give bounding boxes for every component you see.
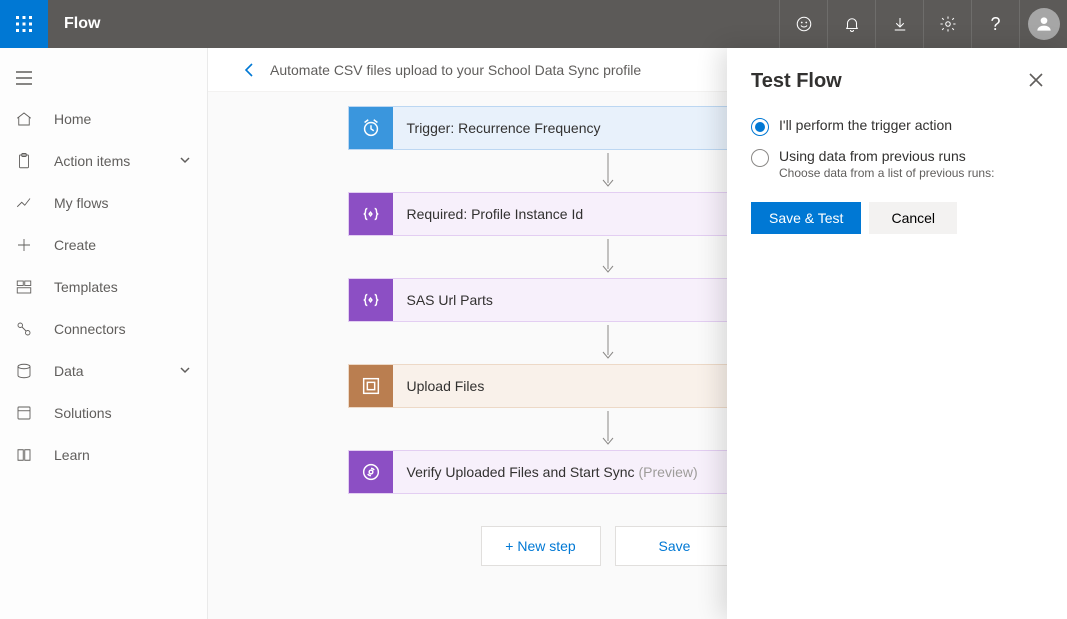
code-icon: [349, 279, 393, 321]
nav-my-flows[interactable]: My flows: [0, 182, 207, 224]
close-icon: [1029, 73, 1043, 87]
clipboard-icon: [14, 151, 34, 171]
radio-subtext: Choose data from a list of previous runs…: [779, 166, 994, 180]
nav-label: Learn: [54, 447, 90, 463]
nav-home[interactable]: Home: [0, 98, 207, 140]
nav-templates[interactable]: Templates: [0, 266, 207, 308]
step-label: Trigger: Recurrence Frequency: [407, 120, 601, 136]
preview-tag: (Preview): [639, 464, 698, 480]
chevron-down-icon: [179, 363, 191, 379]
canvas-actions: + New step Save: [481, 526, 735, 566]
code-icon: [349, 193, 393, 235]
nav-label: Action items: [54, 153, 130, 169]
radio-label: I'll perform the trigger action: [779, 117, 952, 133]
step-label: SAS Url Parts: [407, 292, 493, 308]
step-label: Upload Files: [407, 378, 485, 394]
new-step-label: + New step: [505, 538, 575, 554]
connector-arrow: [601, 236, 615, 278]
button-label: Cancel: [891, 210, 935, 226]
step-label: Verify Uploaded Files and Start Sync: [407, 464, 635, 480]
nav-label: Templates: [54, 279, 118, 295]
save-flow-button[interactable]: Save: [615, 526, 735, 566]
step-label: Required: Profile Instance Id: [407, 206, 584, 222]
data-icon: [14, 361, 34, 381]
plus-icon: [14, 235, 34, 255]
chevron-down-icon: [179, 153, 191, 169]
nav-solutions[interactable]: Solutions: [0, 392, 207, 434]
cancel-button[interactable]: Cancel: [869, 202, 957, 234]
connector-arrow: [601, 150, 615, 192]
avatar: [1028, 8, 1060, 40]
nav-collapse-button[interactable]: [0, 58, 48, 98]
nav-data[interactable]: Data: [0, 350, 207, 392]
save-and-test-button[interactable]: Save & Test: [751, 202, 861, 234]
nav-label: Create: [54, 237, 96, 253]
smile-icon: [795, 15, 813, 33]
download-icon: [891, 15, 909, 33]
radio-label: Using data from previous runs: [779, 148, 994, 164]
notifications-button[interactable]: [827, 0, 875, 48]
nav-create[interactable]: Create: [0, 224, 207, 266]
panel-title: Test Flow: [751, 70, 842, 93]
connector-arrow: [601, 408, 615, 450]
save-label: Save: [659, 538, 691, 554]
connector-arrow: [601, 322, 615, 364]
nav-label: Connectors: [54, 321, 126, 337]
connectors-icon: [14, 319, 34, 339]
frame-icon: [349, 365, 393, 407]
settings-button[interactable]: [923, 0, 971, 48]
nav-label: Home: [54, 111, 91, 127]
home-icon: [14, 109, 34, 129]
clock-icon: [349, 107, 393, 149]
test-flow-panel: Test Flow I'll perform the trigger actio…: [727, 48, 1067, 619]
arrow-left-icon: [242, 62, 258, 78]
download-button[interactable]: [875, 0, 923, 48]
question-icon: ?: [990, 14, 1000, 35]
radio-unselected-icon: [751, 149, 769, 167]
left-nav: Home Action items My flows Create Templa…: [0, 48, 208, 619]
book-icon: [14, 445, 34, 465]
test-option-previous-runs[interactable]: Using data from previous runs Choose dat…: [751, 142, 1043, 186]
help-button[interactable]: ?: [971, 0, 1019, 48]
new-step-button[interactable]: + New step: [481, 526, 601, 566]
flow-title: Automate CSV files upload to your School…: [270, 62, 641, 78]
hamburger-icon: [16, 71, 32, 85]
app-launcher[interactable]: [0, 0, 48, 48]
flows-icon: [14, 193, 34, 213]
test-option-perform-trigger[interactable]: I'll perform the trigger action: [751, 111, 1043, 142]
waffle-icon: [16, 16, 32, 32]
button-label: Save & Test: [769, 210, 843, 226]
person-icon: [1034, 14, 1054, 34]
nav-label: Data: [54, 363, 84, 379]
nav-connectors[interactable]: Connectors: [0, 308, 207, 350]
account-button[interactable]: [1019, 0, 1067, 48]
nav-learn[interactable]: Learn: [0, 434, 207, 476]
bell-icon: [843, 15, 861, 33]
solutions-icon: [14, 403, 34, 423]
nav-action-items[interactable]: Action items: [0, 140, 207, 182]
close-panel-button[interactable]: [1029, 73, 1043, 90]
nav-label: Solutions: [54, 405, 112, 421]
templates-icon: [14, 277, 34, 297]
back-button[interactable]: [236, 62, 264, 78]
radio-selected-icon: [751, 118, 769, 136]
app-name: Flow: [48, 15, 100, 33]
gear-icon: [939, 15, 957, 33]
app-header: Flow ?: [0, 0, 1067, 48]
feedback-button[interactable]: [779, 0, 827, 48]
nav-label: My flows: [54, 195, 108, 211]
sync-icon: [349, 451, 393, 493]
